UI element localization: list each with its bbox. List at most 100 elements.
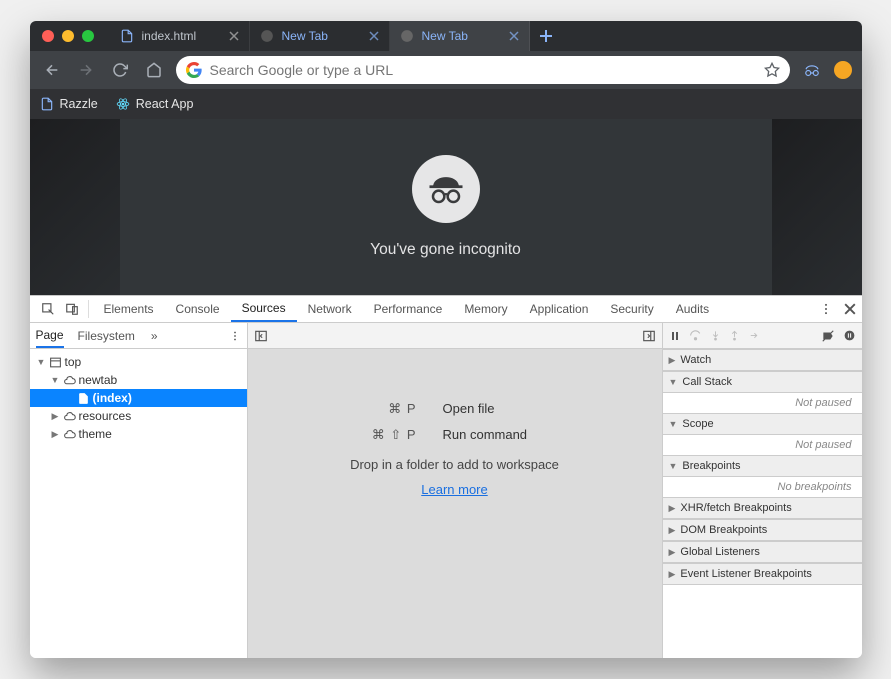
toggle-debugger-button[interactable] xyxy=(642,329,656,343)
close-window-button[interactable] xyxy=(42,30,54,42)
step-icon xyxy=(748,330,759,341)
tab-performance[interactable]: Performance xyxy=(363,296,454,322)
open-file-hint: ⌘ POpen file xyxy=(337,401,573,417)
url-input[interactable] xyxy=(210,62,756,78)
window-controls xyxy=(42,30,94,42)
incognito-indicator-icon[interactable] xyxy=(800,58,824,82)
profile-avatar[interactable] xyxy=(834,61,852,79)
home-icon xyxy=(146,62,162,78)
step-out-icon xyxy=(729,330,740,341)
section-breakpoints[interactable]: ▼Breakpoints xyxy=(663,455,862,477)
devtools-tabbar: Elements Console Sources Network Perform… xyxy=(30,296,862,323)
file-icon xyxy=(40,97,54,111)
incognito-icon xyxy=(400,29,414,43)
tree-row-theme[interactable]: ▶theme xyxy=(30,425,247,443)
close-tab-icon[interactable] xyxy=(369,31,379,41)
section-global-listeners[interactable]: ▶Global Listeners xyxy=(663,541,862,563)
tab-audits[interactable]: Audits xyxy=(665,296,720,322)
device-toolbar-button[interactable] xyxy=(60,296,84,322)
close-tab-icon[interactable] xyxy=(229,31,239,41)
devices-icon xyxy=(65,302,79,316)
section-breakpoints-body: No breakpoints xyxy=(663,477,862,497)
tab-memory[interactable]: Memory xyxy=(453,296,518,322)
tab-index-html[interactable]: index.html xyxy=(110,21,250,51)
pause-button[interactable] xyxy=(669,330,681,342)
tab-sources[interactable]: Sources xyxy=(231,296,297,322)
section-event-listener-breakpoints[interactable]: ▶Event Listener Breakpoints xyxy=(663,563,862,585)
inspect-element-button[interactable] xyxy=(36,296,60,322)
step-into-button[interactable] xyxy=(710,330,721,341)
bookmark-razzle[interactable]: Razzle xyxy=(40,97,98,111)
incognito-hero-icon xyxy=(412,155,480,223)
hat-glasses-icon xyxy=(424,167,468,211)
section-scope[interactable]: ▼Scope xyxy=(663,413,862,435)
devtools-close-button[interactable] xyxy=(838,296,862,322)
section-dom-breakpoints[interactable]: ▶DOM Breakpoints xyxy=(663,519,862,541)
pause-on-exceptions-button[interactable] xyxy=(843,329,856,342)
tree-row-index[interactable]: (index) xyxy=(30,389,247,407)
bookmark-react-app[interactable]: React App xyxy=(116,97,194,111)
cloud-icon xyxy=(63,428,76,441)
learn-more-link[interactable]: Learn more xyxy=(421,482,487,497)
toolbar xyxy=(30,51,862,89)
toggle-navigator-button[interactable] xyxy=(254,329,268,343)
window-icon xyxy=(49,356,62,369)
step-over-button[interactable] xyxy=(689,329,702,342)
omnibox[interactable] xyxy=(176,56,790,84)
pause-exceptions-icon xyxy=(843,329,856,342)
forward-button[interactable] xyxy=(74,58,98,82)
close-tab-icon[interactable] xyxy=(509,31,519,41)
run-command-hint: ⌘ ⇧ PRun command xyxy=(337,427,573,443)
panel-left-icon xyxy=(254,329,268,343)
tab-network[interactable]: Network xyxy=(297,296,363,322)
tree-row-newtab[interactable]: ▼newtab xyxy=(30,371,247,389)
section-watch[interactable]: ▶Watch xyxy=(663,349,862,371)
sidebar-tab-filesystem[interactable]: Filesystem xyxy=(78,323,135,348)
bookmark-label: React App xyxy=(136,97,194,111)
arrow-right-icon xyxy=(78,62,94,78)
sources-sidebar: Page Filesystem » ▼top ▼newtab (index) ▶… xyxy=(30,323,248,658)
sidebar-menu-button[interactable] xyxy=(229,330,241,342)
debugger-toolbar xyxy=(663,323,862,349)
drop-folder-hint: Drop in a folder to add to workspace xyxy=(350,457,559,472)
tab-application[interactable]: Application xyxy=(519,296,600,322)
close-icon xyxy=(844,303,856,315)
back-button[interactable] xyxy=(40,58,64,82)
minimize-window-button[interactable] xyxy=(62,30,74,42)
step-out-button[interactable] xyxy=(729,330,740,341)
deactivate-breakpoints-button[interactable] xyxy=(821,329,835,343)
file-icon xyxy=(120,29,134,43)
pause-icon xyxy=(669,330,681,342)
titlebar: index.html New Tab New Tab xyxy=(30,21,862,51)
editor-empty-state: ⌘ POpen file ⌘ ⇧ PRun command Drop in a … xyxy=(248,349,662,658)
sidebar-tabs-overflow[interactable]: » xyxy=(151,329,158,343)
bookmark-star-icon[interactable] xyxy=(764,62,780,78)
tree-row-resources[interactable]: ▶resources xyxy=(30,407,247,425)
kebab-icon xyxy=(229,330,241,342)
tab-title: New Tab xyxy=(422,29,501,43)
debugger-pane: ▶Watch ▼Call Stack Not paused ▼Scope Not… xyxy=(663,323,862,658)
devtools-body: Page Filesystem » ▼top ▼newtab (index) ▶… xyxy=(30,323,862,658)
devtools-menu-button[interactable] xyxy=(814,296,838,322)
home-button[interactable] xyxy=(142,58,166,82)
google-icon xyxy=(186,62,202,78)
devtools: Elements Console Sources Network Perform… xyxy=(30,295,862,658)
tab-console[interactable]: Console xyxy=(165,296,231,322)
kebab-icon xyxy=(819,302,833,316)
tab-new-1[interactable]: New Tab xyxy=(250,21,390,51)
tab-security[interactable]: Security xyxy=(599,296,664,322)
new-tab-button[interactable] xyxy=(530,21,562,51)
cloud-icon xyxy=(63,374,76,387)
sidebar-tab-page[interactable]: Page xyxy=(36,323,64,348)
maximize-window-button[interactable] xyxy=(82,30,94,42)
step-button[interactable] xyxy=(748,330,759,341)
tree-row-top[interactable]: ▼top xyxy=(30,353,247,371)
tab-new-2-active[interactable]: New Tab xyxy=(390,21,530,51)
section-xhr-breakpoints[interactable]: ▶XHR/fetch Breakpoints xyxy=(663,497,862,519)
pointer-icon xyxy=(41,302,55,316)
section-call-stack[interactable]: ▼Call Stack xyxy=(663,371,862,393)
reload-button[interactable] xyxy=(108,58,132,82)
browser-window: index.html New Tab New Tab xyxy=(30,21,862,658)
editor-pane: ⌘ POpen file ⌘ ⇧ PRun command Drop in a … xyxy=(248,323,663,658)
tab-elements[interactable]: Elements xyxy=(93,296,165,322)
